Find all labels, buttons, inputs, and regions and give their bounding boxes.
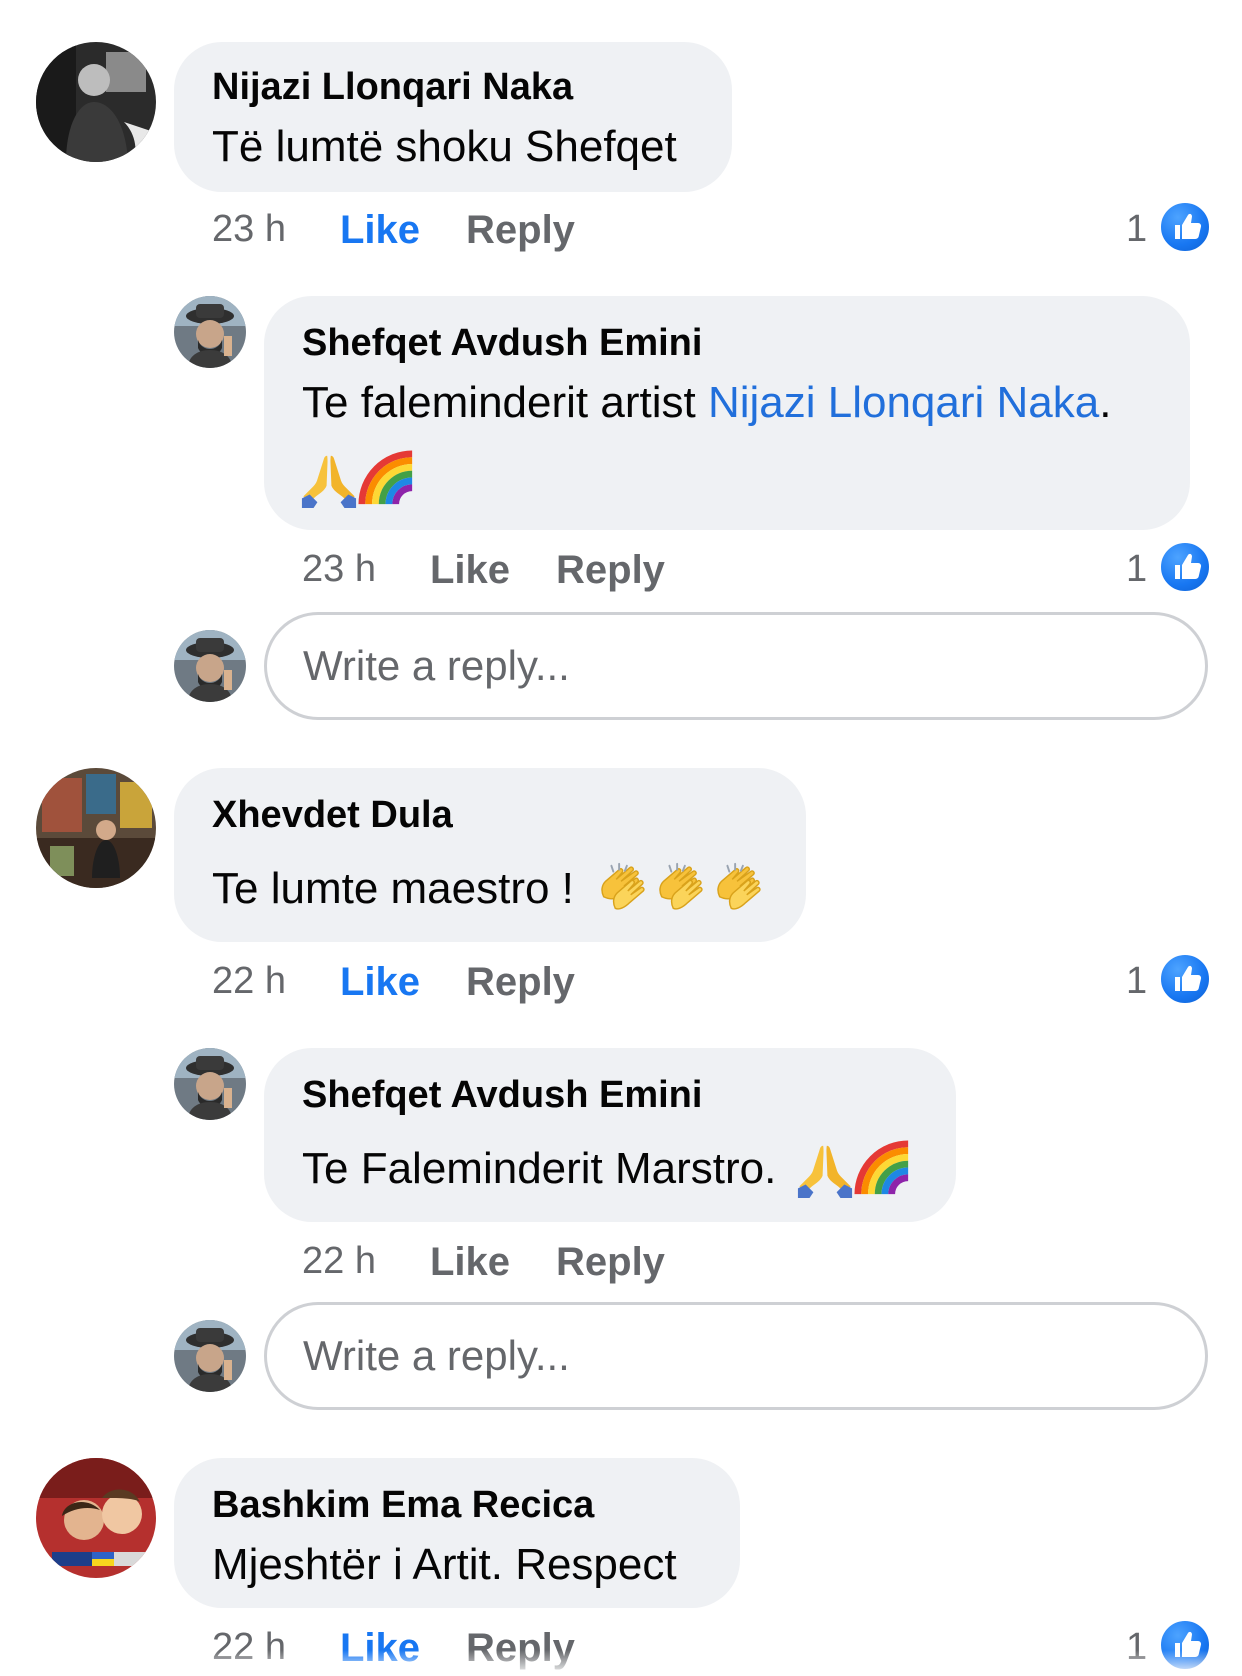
emoji-row bbox=[796, 1140, 912, 1200]
reply-button[interactable]: Reply bbox=[466, 960, 575, 1005]
comment-author[interactable]: Bashkim Ema Recica bbox=[212, 1484, 594, 1527]
avatar[interactable] bbox=[174, 1048, 246, 1120]
avatar[interactable] bbox=[174, 296, 246, 368]
avatar[interactable] bbox=[36, 1458, 156, 1578]
comment-text: Te faleminderit artist Nijazi Llonqari N… bbox=[302, 378, 1111, 428]
like-button[interactable]: Like bbox=[340, 208, 420, 253]
avatar[interactable] bbox=[36, 42, 156, 162]
reply-input[interactable] bbox=[267, 615, 1205, 717]
comment-timestamp[interactable]: 23 h bbox=[212, 208, 286, 251]
comment-text-part: . bbox=[1099, 378, 1112, 427]
comment-text-part: Te lumte maestro ! bbox=[212, 864, 574, 913]
like-reaction-icon[interactable] bbox=[1158, 200, 1212, 254]
reply-button[interactable]: Reply bbox=[466, 208, 575, 253]
comment-author[interactable]: Xhevdet Dula bbox=[212, 794, 453, 837]
reply-input[interactable] bbox=[267, 1305, 1205, 1407]
comment-text: Të lumtë shoku Shefqet bbox=[212, 122, 677, 171]
comment-text-part: Te Faleminderit Marstro. bbox=[302, 1144, 777, 1193]
reply-button[interactable]: Reply bbox=[556, 548, 665, 593]
like-reaction-icon[interactable] bbox=[1158, 952, 1212, 1006]
reply-input-container[interactable] bbox=[264, 1302, 1208, 1410]
reply-button[interactable]: Reply bbox=[556, 1240, 665, 1285]
reply-input-container[interactable] bbox=[264, 612, 1208, 720]
folded-hands-emoji bbox=[796, 1140, 854, 1198]
comment-text-part: Te faleminderit artist bbox=[302, 378, 708, 427]
comment-author[interactable]: Shefqet Avdush Emini bbox=[302, 1074, 702, 1117]
comment-text: Mjeshtër i Artit. Respect bbox=[212, 1540, 677, 1589]
like-reaction-icon[interactable] bbox=[1158, 540, 1212, 594]
folded-hands-emoji bbox=[300, 450, 358, 508]
current-user-avatar[interactable] bbox=[174, 630, 246, 702]
emoji-row bbox=[594, 860, 768, 920]
comment-author[interactable]: Nijazi Llonqari Naka bbox=[212, 66, 573, 109]
rainbow-emoji bbox=[854, 1140, 912, 1198]
comment-timestamp[interactable]: 22 h bbox=[302, 1240, 376, 1283]
comment-text: Te lumte maestro ! bbox=[212, 864, 574, 914]
mention-link[interactable]: Nijazi Llonqari Naka bbox=[708, 378, 1099, 427]
reaction-count[interactable]: 1 bbox=[1126, 208, 1147, 251]
like-button[interactable]: Like bbox=[430, 548, 510, 593]
bottom-fade bbox=[0, 1650, 1242, 1676]
clapping-hands-emoji bbox=[594, 860, 652, 918]
clapping-hands-emoji bbox=[710, 860, 768, 918]
comment-text: Te Faleminderit Marstro. bbox=[302, 1144, 776, 1194]
clapping-hands-emoji bbox=[652, 860, 710, 918]
comment-timestamp[interactable]: 22 h bbox=[212, 960, 286, 1003]
rainbow-emoji bbox=[358, 450, 416, 508]
current-user-avatar[interactable] bbox=[174, 1320, 246, 1392]
comment-author[interactable]: Shefqet Avdush Emini bbox=[302, 322, 702, 365]
emoji-row bbox=[300, 450, 416, 510]
like-button[interactable]: Like bbox=[340, 960, 420, 1005]
reaction-count[interactable]: 1 bbox=[1126, 548, 1147, 591]
reaction-count[interactable]: 1 bbox=[1126, 960, 1147, 1003]
like-button[interactable]: Like bbox=[430, 1240, 510, 1285]
comment-timestamp[interactable]: 23 h bbox=[302, 548, 376, 591]
avatar[interactable] bbox=[36, 768, 156, 888]
